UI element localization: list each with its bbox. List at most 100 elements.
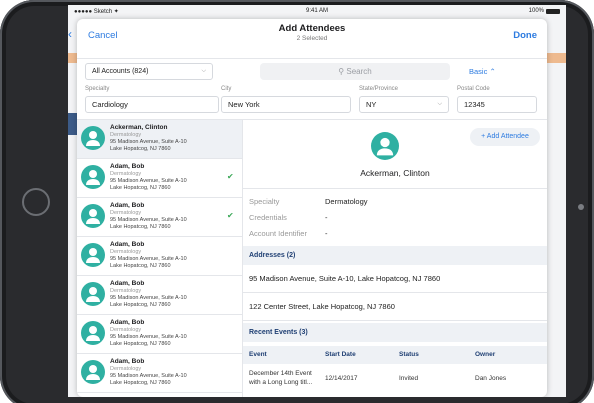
battery-percent: 100% [528, 8, 544, 14]
list-item[interactable]: Adam, Bob Dermatology 95 Madison Avenue,… [77, 198, 242, 237]
state-select-value: NY [366, 100, 377, 109]
owner-column-header: Owner [475, 351, 496, 358]
event-title-line2: with a Long Long titl... [249, 379, 313, 386]
ipad-screenshot: ●●●●● Sketch ✦ 9:41 AM 100% ‹ Cancel Add… [0, 0, 594, 403]
postal-label: Postal Code [457, 86, 490, 92]
specialty-label: Specialty [249, 197, 280, 206]
accounts-select-value: All Accounts (824) [92, 68, 149, 75]
attendee-specialty: Dermatology [110, 366, 142, 372]
avatar-icon [81, 360, 105, 384]
recent-events-header: Recent Events (3) [243, 323, 547, 342]
addresses-header: Addresses (2) [243, 246, 547, 265]
home-button[interactable] [22, 188, 50, 216]
list-item[interactable]: Ackerman, Clinton Dermatology 95 Madison… [77, 120, 242, 159]
table-row[interactable]: December 14th Event with a Long Long tit… [243, 364, 547, 397]
attendee-address-line2: Lake Hopatcog, NJ 7860 [110, 185, 171, 191]
attendee-name: Ackerman, Clinton [110, 124, 168, 131]
event-title-line1: December 14th Event [249, 370, 312, 377]
attendee-address-line1: 95 Madison Avenue, Suite A-10 [110, 139, 187, 145]
attendee-name: Adam, Bob [110, 280, 145, 287]
postal-code-field[interactable]: 12345 [457, 96, 537, 113]
attendee-address-line2: Lake Hopatcog, NJ 7860 [110, 224, 171, 230]
list-item[interactable]: Adam, Bob Dermatology 95 Madison Avenue,… [77, 276, 242, 315]
avatar-icon [81, 165, 105, 189]
modal-nav-bar: Cancel Add Attendees 2 Selected Done [77, 19, 547, 59]
attendee-address-line1: 95 Madison Avenue, Suite A-10 [110, 334, 187, 340]
attendee-specialty: Dermatology [110, 171, 142, 177]
attendee-address-line1: 95 Madison Avenue, Suite A-10 [110, 217, 187, 223]
attendee-name: Adam, Bob [110, 358, 145, 365]
attendee-specialty: Dermatology [110, 249, 142, 255]
specialty-field[interactable]: Cardiology [85, 96, 219, 113]
account-identifier-label: Account Identifier [249, 229, 307, 238]
attendee-name: Adam, Bob [110, 241, 145, 248]
attendee-address-line2: Lake Hopatcog, NJ 7860 [110, 380, 171, 386]
accounts-select[interactable]: All Accounts (824) ⌵ [85, 63, 213, 80]
filter-bar: All Accounts (824) ⌵ ⚲ Search Basic ⌃ [77, 59, 547, 86]
basic-toggle-label: Basic [469, 67, 488, 76]
chevron-up-icon: ⌃ [489, 67, 496, 76]
attendee-specialty: Dermatology [110, 210, 142, 216]
event-owner: Dan Jones [475, 375, 507, 382]
attendee-list: Ackerman, Clinton Dermatology 95 Madison… [77, 120, 243, 397]
attendee-address-line1: 95 Madison Avenue, Suite A-10 [110, 373, 187, 379]
add-attendee-button[interactable]: + Add Attendee [470, 128, 540, 146]
events-table-header: Event Start Date Status Owner [243, 346, 547, 364]
event-start-date: 12/14/2017 [325, 375, 358, 382]
specialty-value: Dermatology [325, 197, 368, 206]
avatar-icon [81, 126, 105, 150]
avatar-icon [81, 282, 105, 306]
attendee-name: Adam, Bob [110, 202, 145, 209]
status-bar: ●●●●● Sketch ✦ 9:41 AM 100% [68, 5, 566, 17]
credentials-label: Credentials [249, 213, 287, 222]
background-back-icon: ‹ [68, 27, 72, 41]
attendee-specialty: Dermatology [110, 132, 142, 138]
battery-status: 100% [529, 8, 560, 14]
account-identifier-value: - [325, 229, 328, 238]
screen: ●●●●● Sketch ✦ 9:41 AM 100% ‹ Cancel Add… [68, 5, 566, 397]
attendee-address-line1: 95 Madison Avenue, Suite A-10 [110, 295, 187, 301]
search-placeholder: Search [346, 67, 372, 76]
address-line: 122 Center Street, Lake Hopatcog, NJ 786… [243, 293, 547, 321]
status-time: 9:41 AM [305, 8, 328, 14]
credentials-value: - [325, 213, 328, 222]
avatar-icon [81, 204, 105, 228]
list-item[interactable]: Adam, Bob Dermatology 95 Madison Avenue,… [77, 237, 242, 276]
add-attendees-modal: Cancel Add Attendees 2 Selected Done All… [77, 19, 547, 397]
detail-info: Specialty Dermatology Credentials - Acco… [243, 188, 547, 246]
done-button[interactable]: Done [513, 30, 537, 41]
avatar-icon [81, 243, 105, 267]
checkmark-icon: ✔ [227, 172, 234, 181]
address-line: 95 Madison Avenue, Suite A-10, Lake Hopa… [243, 265, 547, 293]
state-select[interactable]: NY ⌵ [359, 96, 449, 113]
attendee-address-line1: 95 Madison Avenue, Suite A-10 [110, 256, 187, 262]
attendee-address-line2: Lake Hopatcog, NJ 7860 [110, 263, 171, 269]
camera-icon [578, 204, 584, 210]
checkmark-icon: ✔ [227, 211, 234, 220]
avatar-icon [81, 321, 105, 345]
modal-title: Add Attendees [278, 23, 346, 34]
search-input[interactable]: ⚲ Search [260, 63, 450, 80]
event-column-header: Event [249, 351, 267, 358]
chevron-down-icon: ⌵ [437, 101, 442, 107]
list-item[interactable]: Adam, Bob Dermatology 95 Madison Avenue,… [77, 315, 242, 354]
chevron-down-icon: ⌵ [201, 68, 206, 74]
list-item[interactable]: Adam, Bob Dermatology 95 Madison Avenue,… [77, 354, 242, 393]
search-icon: ⚲ [338, 67, 345, 76]
attendee-address-line2: Lake Hopatcog, NJ 7860 [110, 302, 171, 308]
basic-filter-toggle[interactable]: Basic ⌃ [469, 67, 496, 76]
start-date-column-header: Start Date [325, 351, 356, 358]
city-field[interactable]: New York [221, 96, 351, 113]
attendee-address-line2: Lake Hopatcog, NJ 7860 [110, 146, 171, 152]
attendee-specialty: Dermatology [110, 288, 142, 294]
city-label: City [221, 86, 232, 92]
attendee-name: Adam, Bob [110, 319, 145, 326]
attendee-address-line1: 95 Madison Avenue, Suite A-10 [110, 178, 187, 184]
specialty-label: Specialty [85, 86, 110, 92]
attendee-specialty: Dermatology [110, 327, 142, 333]
state-label: State/Province [359, 86, 399, 92]
battery-icon [546, 8, 560, 14]
detail-name: Ackerman, Clinton [360, 168, 430, 178]
advanced-filters: Specialty Cardiology City New York State… [77, 86, 547, 120]
list-item[interactable]: Adam, Bob Dermatology 95 Madison Avenue,… [77, 159, 242, 198]
